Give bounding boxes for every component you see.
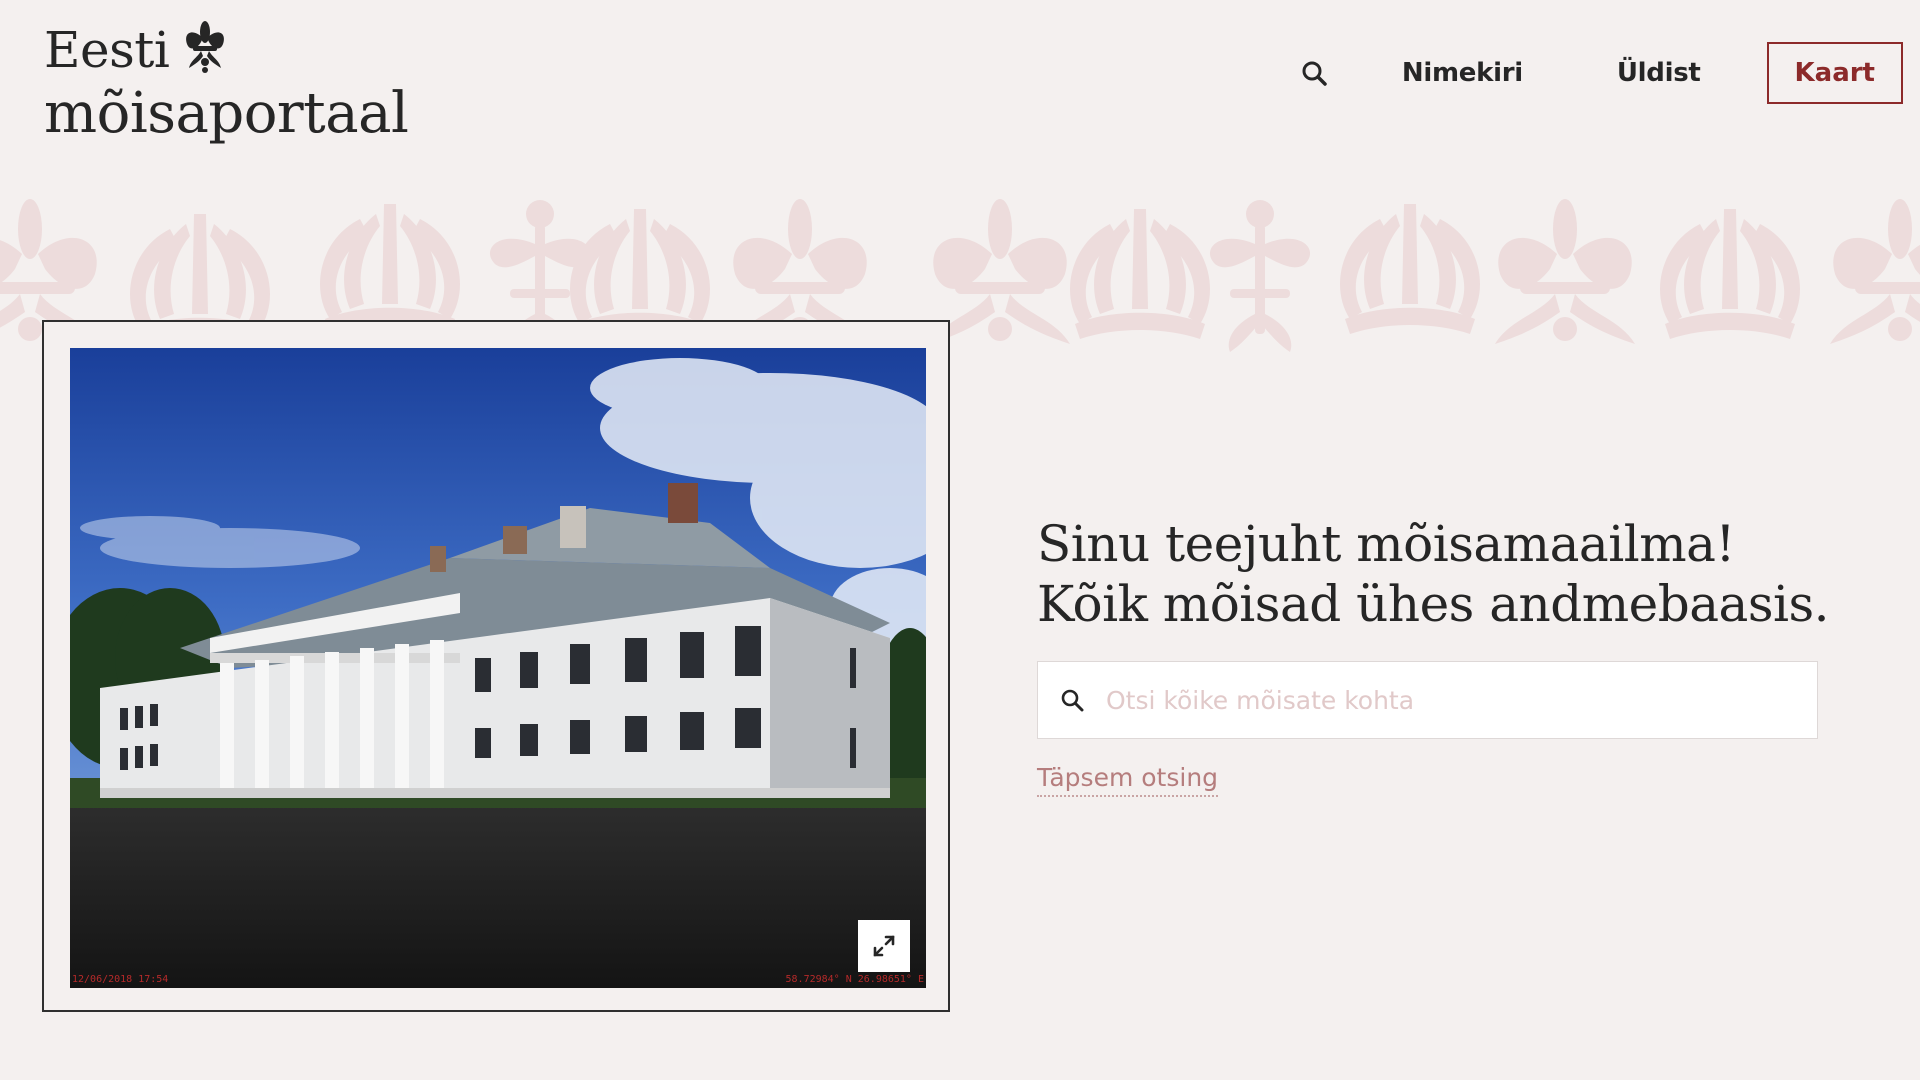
search-icon[interactable] (1294, 53, 1334, 93)
hero-search-box[interactable] (1037, 661, 1818, 739)
main-nav: Nimekiri Üldist Kaart (1294, 40, 1903, 106)
nav-link-nimekiri[interactable]: Nimekiri (1402, 58, 1523, 88)
logo-line-1: Eesti (44, 21, 170, 79)
site-logo[interactable]: Eesti mõisaportaal (44, 18, 409, 146)
hero-search-input[interactable] (1104, 661, 1817, 739)
fleur-de-lis-icon (181, 18, 229, 82)
nav-link-uldist[interactable]: Üldist (1617, 58, 1701, 88)
manor-photo[interactable]: 12/06/2018 17:54 58.72984° N 26.98651° E (70, 348, 926, 988)
photo-timestamp: 12/06/2018 17:54 (72, 974, 169, 985)
search-icon (1060, 688, 1084, 712)
featured-photo-frame: 12/06/2018 17:54 58.72984° N 26.98651° E (42, 320, 950, 1012)
logo-line-2: mõisaportaal (44, 81, 409, 146)
hero-title: Sinu teejuht mõisamaailma! Kõik mõisad ü… (1037, 515, 1830, 633)
advanced-search-link[interactable]: Täpsem otsing (1037, 763, 1219, 797)
nav-map-button[interactable]: Kaart (1766, 42, 1903, 104)
photo-coordinates: 58.72984° N 26.98651° E (785, 974, 924, 985)
expand-icon[interactable] (858, 920, 910, 972)
